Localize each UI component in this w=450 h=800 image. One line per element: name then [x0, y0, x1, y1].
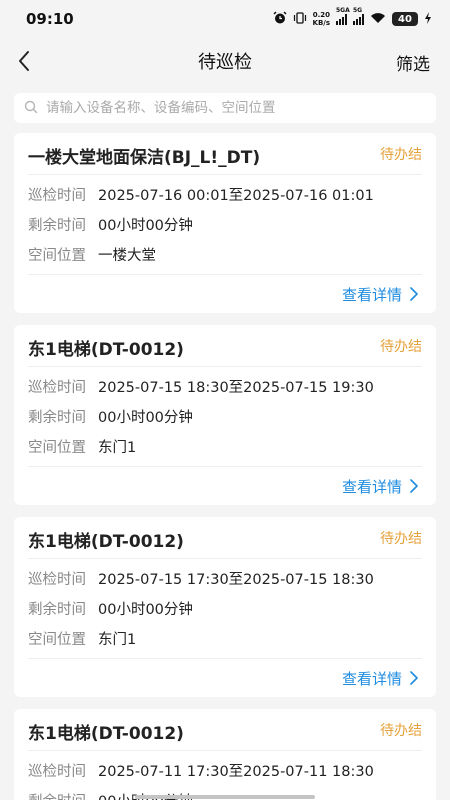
- card-footer: 查看详情: [28, 467, 422, 505]
- chevron-right-icon[interactable]: [406, 286, 422, 302]
- location-value: 一楼大堂: [98, 247, 156, 264]
- inspection-time-row: 巡检时间 2025-07-11 17:30至2025-07-11 18:30: [28, 755, 422, 785]
- inspection-card[interactable]: 一楼大堂地面保洁(BJ_L!_DT) 待办结 巡检时间 2025-07-16 0…: [14, 133, 436, 313]
- card-title: 一楼大堂地面保洁(BJ_L!_DT): [28, 148, 261, 168]
- inspection-card[interactable]: 东1电梯(DT-0012) 待办结 巡检时间 2025-07-15 18:30至…: [14, 325, 436, 505]
- status-badge: 待办结: [380, 147, 422, 163]
- inspection-time-value: 2025-07-16 00:01至2025-07-16 01:01: [98, 187, 374, 204]
- card-footer: 查看详情: [28, 659, 422, 697]
- inspection-time-row: 巡检时间 2025-07-15 17:30至2025-07-15 18:30: [28, 563, 422, 593]
- inspection-card[interactable]: 东1电梯(DT-0012) 待办结 巡检时间 2025-07-11 17:30至…: [14, 709, 436, 800]
- inspection-time-row: 巡检时间 2025-07-16 00:01至2025-07-16 01:01: [28, 179, 422, 209]
- signal-5ga-label: 5GA: [336, 7, 350, 14]
- wifi-icon: [370, 12, 386, 27]
- signal-5ga-icon: 5GA: [336, 7, 350, 25]
- card-body: 巡检时间 2025-07-11 17:30至2025-07-11 18:30 剩…: [28, 751, 422, 800]
- inspection-time-label: 巡检时间: [28, 763, 86, 780]
- remaining-time-label: 剩余时间: [28, 409, 86, 426]
- net-speed-unit: KB/s: [312, 19, 330, 27]
- card-title: 东1电梯(DT-0012): [28, 532, 184, 552]
- home-indicator[interactable]: [135, 795, 315, 799]
- card-header: 东1电梯(DT-0012) 待办结: [28, 709, 422, 751]
- card-header: 东1电梯(DT-0012) 待办结: [28, 517, 422, 559]
- inspection-time-label: 巡检时间: [28, 571, 86, 588]
- card-body: 巡检时间 2025-07-15 18:30至2025-07-15 19:30 剩…: [28, 367, 422, 467]
- inspection-time-label: 巡检时间: [28, 379, 86, 396]
- remaining-time-label: 剩余时间: [28, 601, 86, 618]
- search-input[interactable]: [46, 100, 426, 116]
- status-badge: 待办结: [380, 531, 422, 547]
- chevron-right-icon[interactable]: [406, 670, 422, 686]
- inspection-time-label: 巡检时间: [28, 187, 86, 204]
- search-bar[interactable]: [14, 93, 436, 123]
- location-label: 空间位置: [28, 439, 86, 456]
- search-icon: [24, 99, 38, 118]
- card-header: 东1电梯(DT-0012) 待办结: [28, 325, 422, 367]
- card-body: 巡检时间 2025-07-16 00:01至2025-07-16 01:01 剩…: [28, 175, 422, 275]
- inspection-time-value: 2025-07-15 17:30至2025-07-15 18:30: [98, 571, 374, 588]
- status-icons: 0.20 KB/s 5GA 5G 40: [272, 7, 432, 28]
- chevron-right-icon[interactable]: [406, 478, 422, 494]
- signal-5g-label: 5G: [353, 7, 363, 14]
- status-bar: 09:10 0.20 KB/s 5GA 5G 40: [0, 0, 450, 38]
- status-time: 09:10: [26, 10, 74, 28]
- location-value: 东门1: [98, 439, 137, 456]
- inspection-list: 一楼大堂地面保洁(BJ_L!_DT) 待办结 巡检时间 2025-07-16 0…: [0, 123, 450, 800]
- signal-5g-icon: 5G: [353, 7, 364, 25]
- location-value: 东门1: [98, 631, 137, 648]
- view-details-link[interactable]: 查看详情: [342, 284, 402, 305]
- back-button[interactable]: [12, 49, 36, 73]
- inspection-time-value: 2025-07-11 17:30至2025-07-11 18:30: [98, 763, 374, 780]
- remaining-time-value: 00小时00分钟: [98, 217, 193, 234]
- view-details-link[interactable]: 查看详情: [342, 476, 402, 497]
- location-label: 空间位置: [28, 631, 86, 648]
- card-title: 东1电梯(DT-0012): [28, 340, 184, 360]
- chevron-left-icon: [19, 51, 29, 71]
- filter-button[interactable]: 筛选: [396, 50, 430, 75]
- status-badge: 待办结: [380, 723, 422, 739]
- remaining-time-value: 00小时00分钟: [98, 601, 193, 618]
- alarm-clock-icon: [272, 10, 287, 28]
- view-details-link[interactable]: 查看详情: [342, 668, 402, 689]
- net-speed-value: 0.20: [312, 11, 330, 19]
- card-body: 巡检时间 2025-07-15 17:30至2025-07-15 18:30 剩…: [28, 559, 422, 659]
- battery-icon: 40: [392, 12, 418, 26]
- location-label: 空间位置: [28, 247, 86, 264]
- remaining-time-value: 00小时00分钟: [98, 409, 193, 426]
- location-row: 空间位置 东门1: [28, 431, 422, 461]
- card-header: 一楼大堂地面保洁(BJ_L!_DT) 待办结: [28, 133, 422, 175]
- card-footer: 查看详情: [28, 275, 422, 313]
- status-badge: 待办结: [380, 339, 422, 355]
- remaining-time-label: 剩余时间: [28, 790, 98, 800]
- vibrate-icon: [293, 11, 307, 28]
- card-title: 东1电梯(DT-0012): [28, 724, 184, 744]
- location-row: 空间位置 东门1: [28, 623, 422, 653]
- location-row: 空间位置 一楼大堂: [28, 239, 422, 269]
- remaining-time-row: 剩余时间 00小时00分钟: [28, 209, 422, 239]
- inspection-time-row: 巡检时间 2025-07-15 18:30至2025-07-15 19:30: [28, 371, 422, 401]
- nav-bar: 待巡检 筛选: [0, 38, 450, 84]
- network-speed: 0.20 KB/s: [313, 11, 330, 27]
- inspection-time-value: 2025-07-15 18:30至2025-07-15 19:30: [98, 379, 374, 396]
- charging-icon: [424, 11, 432, 27]
- remaining-time-label: 剩余时间: [28, 217, 86, 234]
- remaining-time-row: 剩余时间 00小时00分钟: [28, 593, 422, 623]
- inspection-card[interactable]: 东1电梯(DT-0012) 待办结 巡检时间 2025-07-15 17:30至…: [14, 517, 436, 697]
- remaining-time-row: 剩余时间 00小时00分钟: [28, 401, 422, 431]
- page-title: 待巡检: [198, 52, 252, 73]
